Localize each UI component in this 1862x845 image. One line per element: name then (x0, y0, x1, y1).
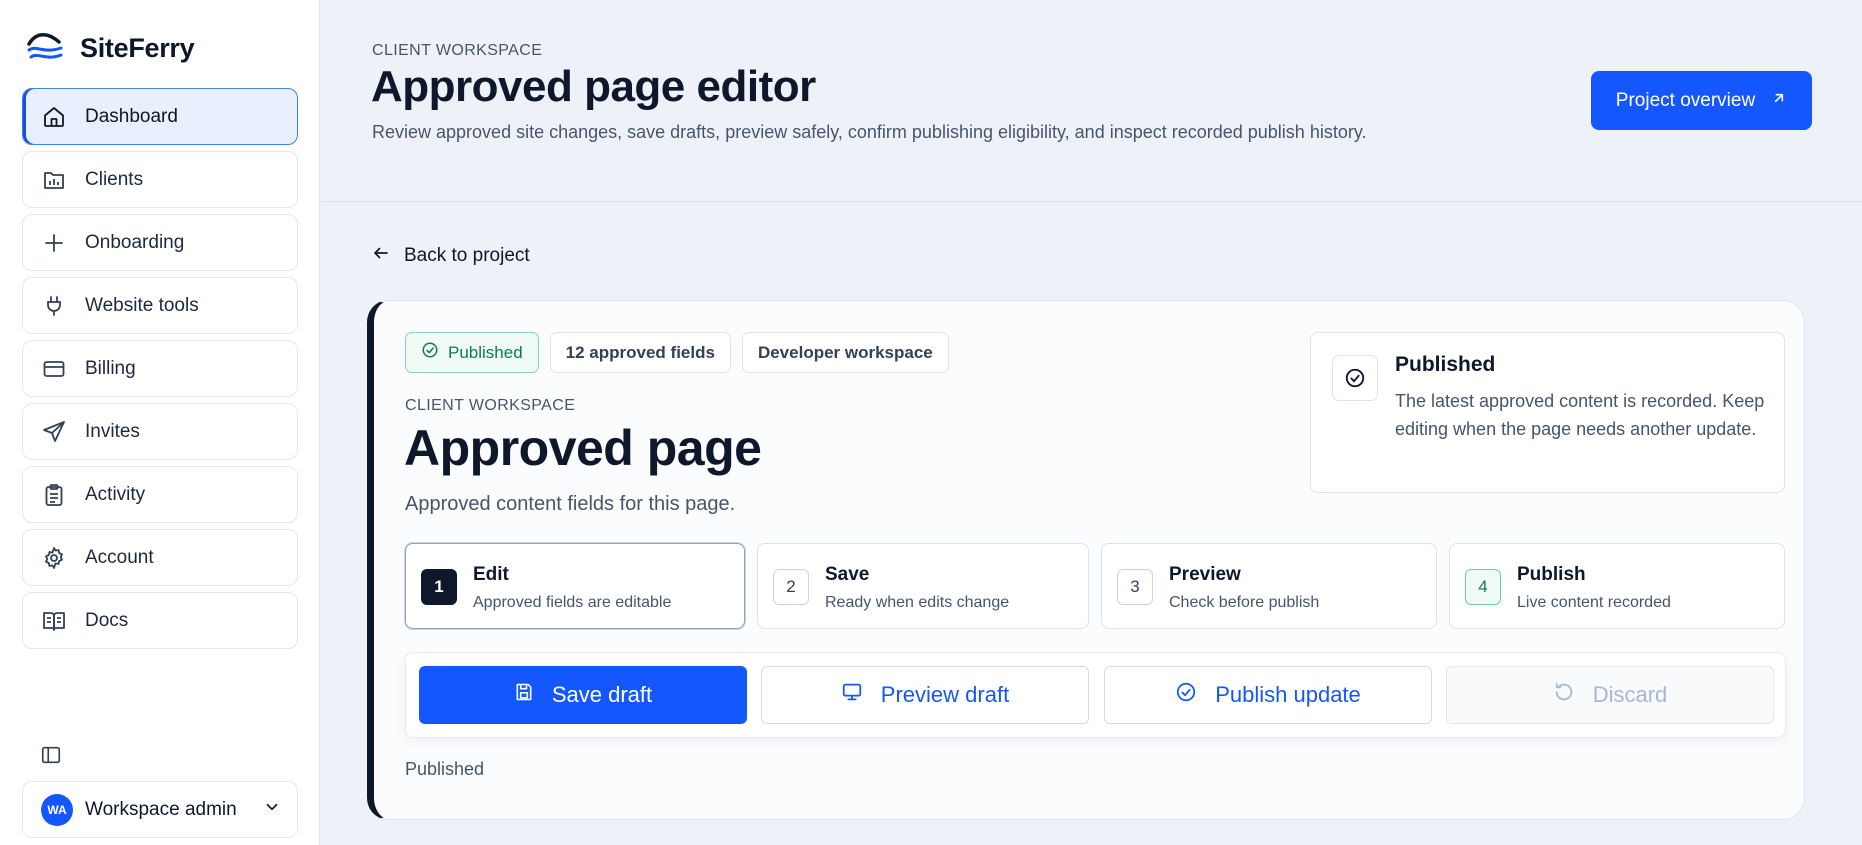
brand-name: SiteFerry (80, 33, 195, 63)
step-number: 4 (1465, 569, 1501, 605)
action-bar: Save draft Preview draft Publish update … (405, 652, 1786, 738)
sidebar-item-onboarding[interactable]: Onboarding (22, 214, 298, 271)
step-subtitle: Check before publish (1169, 594, 1320, 611)
chevron-down-icon (263, 798, 281, 821)
sidebar-item-label: Website tools (85, 294, 199, 316)
step-subtitle: Approved fields are editable (473, 594, 672, 611)
step-subtitle: Ready when edits change (825, 594, 1010, 611)
header-eyebrow: CLIENT WORKSPACE (372, 42, 543, 59)
step-title: Preview (1169, 564, 1241, 585)
discard-label: Discard (1592, 682, 1668, 707)
published-badge-label: Published (448, 342, 523, 362)
monitor-icon (841, 681, 863, 709)
workflow-steps: 1 Edit Approved fields are editable 2 Sa… (405, 543, 1785, 629)
step-save[interactable]: 2 Save Ready when edits change (757, 543, 1089, 629)
check-circle-icon (1332, 355, 1378, 401)
sidebar-item-website-tools[interactable]: Website tools (22, 277, 298, 334)
back-to-project-link[interactable]: Back to project (372, 244, 530, 268)
book-icon (41, 608, 67, 634)
sidebar-item-label: Docs (85, 609, 129, 631)
discard-button[interactable]: Discard (1446, 666, 1774, 724)
arrow-left-icon (372, 244, 390, 268)
status-chips: Published 12 approved fields Developer w… (405, 332, 949, 373)
card-title: Approved page (404, 420, 762, 476)
card-description: Approved content fields for this page. (405, 493, 736, 515)
sidebar-toggle-icon[interactable] (38, 742, 64, 768)
sidebar-item-label: Billing (85, 357, 136, 379)
save-draft-button[interactable]: Save draft (419, 666, 747, 724)
sidebar: SiteFerry Dashboard Clients Onboarding W… (0, 0, 320, 845)
save-icon (514, 682, 534, 708)
step-number: 1 (421, 569, 457, 605)
project-overview-label: Project overview (1615, 89, 1756, 111)
gear-icon (41, 545, 67, 571)
step-title: Publish (1517, 564, 1586, 585)
send-icon (41, 419, 67, 445)
published-badge: Published (405, 332, 539, 373)
check-circle-icon (1175, 681, 1197, 709)
approved-fields-badge: 12 approved fields (549, 332, 731, 373)
publish-update-label: Publish update (1215, 682, 1361, 707)
sidebar-item-activity[interactable]: Activity (22, 466, 298, 523)
sidebar-item-label: Onboarding (85, 231, 185, 253)
save-draft-label: Save draft (551, 682, 653, 707)
step-publish[interactable]: 4 Publish Live content recorded (1449, 543, 1785, 629)
sidebar-item-label: Clients (85, 168, 144, 190)
check-circle-icon (421, 341, 439, 364)
arrow-up-right-icon (1771, 90, 1787, 112)
page-description: Review approved site changes, save draft… (372, 122, 1367, 142)
sidebar-item-billing[interactable]: Billing (22, 340, 298, 397)
undo-icon (1553, 681, 1575, 709)
plus-icon (41, 230, 67, 256)
step-number: 3 (1117, 569, 1153, 605)
plug-icon (41, 293, 67, 319)
card-icon (41, 356, 67, 382)
preview-draft-label: Preview draft (880, 682, 1010, 707)
sidebar-nav: Dashboard Clients Onboarding Website too… (22, 88, 298, 655)
sidebar-item-invites[interactable]: Invites (22, 403, 298, 460)
clipboard-icon (41, 482, 67, 508)
sidebar-item-label: Account (85, 546, 154, 568)
step-title: Edit (473, 564, 509, 585)
preview-draft-button[interactable]: Preview draft (761, 666, 1089, 724)
page-title: Approved page editor (371, 62, 816, 111)
sidebar-item-label: Dashboard (85, 105, 178, 127)
brand[interactable]: SiteFerry (26, 30, 195, 67)
user-menu[interactable]: WA Workspace admin (22, 781, 298, 838)
step-subtitle: Live content recorded (1517, 594, 1671, 611)
chart-folder-icon (41, 167, 67, 193)
siteferry-logo-icon (26, 30, 64, 67)
step-number: 2 (773, 569, 809, 605)
back-link-label: Back to project (404, 245, 530, 266)
card-eyebrow: CLIENT WORKSPACE (405, 397, 576, 414)
workspace-badge: Developer workspace (741, 332, 949, 373)
step-edit[interactable]: 1 Edit Approved fields are editable (405, 543, 745, 629)
sidebar-item-docs[interactable]: Docs (22, 592, 298, 649)
sidebar-item-label: Invites (85, 420, 140, 442)
sidebar-item-label: Activity (85, 483, 146, 505)
sidebar-item-dashboard[interactable]: Dashboard (22, 88, 298, 145)
status-text: The latest approved content is recorded.… (1395, 391, 1765, 439)
step-title: Save (825, 564, 870, 585)
status-title: Published (1395, 353, 1496, 376)
publish-status-panel: Published The latest approved content is… (1310, 332, 1785, 493)
home-icon (41, 104, 67, 130)
avatar: WA (41, 793, 73, 826)
sidebar-item-clients[interactable]: Clients (22, 151, 298, 208)
editor-card: Published 12 approved fields Developer w… (367, 300, 1805, 820)
publish-update-button[interactable]: Publish update (1104, 666, 1432, 724)
page-header: CLIENT WORKSPACE Approved page editor Re… (321, 0, 1862, 202)
project-overview-button[interactable]: Project overview (1591, 71, 1812, 130)
user-name: Workspace admin (85, 798, 237, 820)
footer-status: Published (405, 759, 485, 779)
step-preview[interactable]: 3 Preview Check before publish (1101, 543, 1437, 629)
sidebar-item-account[interactable]: Account (22, 529, 298, 586)
